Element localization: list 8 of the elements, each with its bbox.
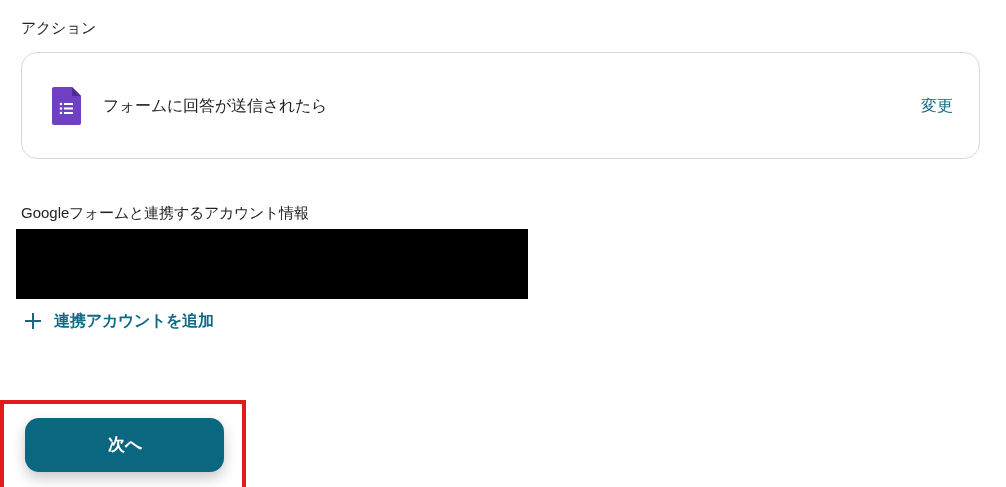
change-link[interactable]: 変更 (921, 93, 953, 118)
section-heading: Googleフォームと連携するアカウント情報 (21, 203, 310, 223)
form-document-icon (52, 86, 81, 125)
add-account-link[interactable]: 連携アカウントを追加 (24, 309, 214, 333)
next-button[interactable]: 次へ (25, 418, 224, 472)
section-heading: アクション (21, 18, 96, 38)
plus-icon (24, 312, 42, 330)
trigger-label: フォームに回答が送信されたら (103, 95, 327, 116)
